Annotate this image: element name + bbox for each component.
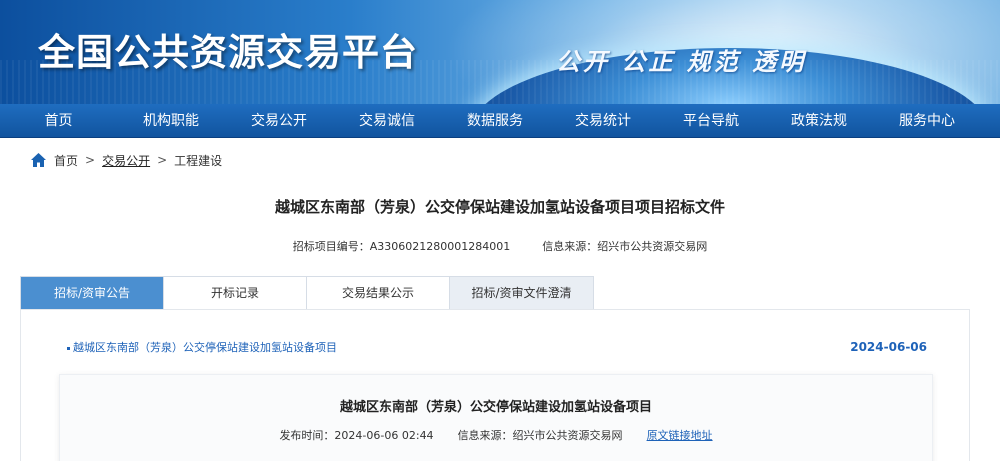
nav-item-institutions[interactable]: 机构职能 (117, 104, 225, 138)
page-title: 越城区东南部（芳泉）公交停保站建设加氢站设备项目项目招标文件 (274, 198, 725, 216)
document-title: 越城区东南部（芳泉）公交停保站建设加氢站设备项目 (339, 400, 652, 415)
original-link[interactable]: 原文链接地址 (647, 429, 713, 442)
home-icon[interactable] (30, 152, 47, 168)
tab-document-clarification[interactable]: 招标/资审文件澄清 (450, 277, 593, 309)
list-item: 越城区东南部（芳泉）公交停保站建设加氢站设备项目 2024-06-06 (67, 338, 927, 356)
notice-item-title: 越城区东南部（芳泉）公交停保站建设加氢站设备项目 (73, 341, 337, 354)
main-nav: 首页 机构职能 交易公开 交易诚信 数据服务 交易统计 平台导航 政策法规 服务… (0, 104, 1000, 138)
tab-content-panel: 越城区东南部（芳泉）公交停保站建设加氢站设备项目 2024-06-06 越城区东… (20, 309, 970, 461)
nav-item-trading-public[interactable]: 交易公开 (225, 104, 333, 138)
nav-item-policies[interactable]: 政策法规 (765, 104, 873, 138)
site-banner: 全国公共资源交易平台 公开 公正 规范 透明 (0, 0, 1000, 104)
nav-item-data-services[interactable]: 数据服务 (441, 104, 549, 138)
breadcrumb-current: 工程建设 (174, 153, 223, 168)
tab-bid-opening-record[interactable]: 开标记录 (164, 277, 307, 309)
publish-time: 发布时间：2024-06-06 02:44 (279, 429, 434, 442)
breadcrumb: 首页 > 交易公开 > 工程建设 (30, 150, 222, 170)
project-number: 招标项目编号：A3306021280001284001 (292, 240, 511, 253)
document-source: 信息来源：绍兴市公共资源交易网 (457, 429, 623, 442)
breadcrumb-section-link[interactable]: 交易公开 (102, 152, 150, 169)
nav-item-platform-nav[interactable]: 平台导航 (657, 104, 765, 138)
nav-item-service-center[interactable]: 服务中心 (873, 104, 981, 138)
document-card: 越城区东南部（芳泉）公交停保站建设加氢站设备项目 发布时间：2024-06-06… (59, 374, 933, 461)
notice-tabs: 招标/资审公告 开标记录 交易结果公示 招标/资审文件澄清 (20, 276, 594, 309)
document-meta: 发布时间：2024-06-06 02:44 信息来源：绍兴市公共资源交易网 原文链接… (60, 427, 932, 443)
page-meta: 招标项目编号：A3306021280001284001 信息来源：绍兴市公共资源交… (0, 238, 1000, 254)
notice-item-link[interactable]: 越城区东南部（芳泉）公交停保站建设加氢站设备项目 (67, 339, 337, 355)
tab-tender-notice[interactable]: 招标/资审公告 (21, 277, 164, 309)
nav-item-home[interactable]: 首页 (0, 104, 117, 138)
tab-result-announcement[interactable]: 交易结果公示 (307, 277, 450, 309)
nav-item-trading-credit[interactable]: 交易诚信 (333, 104, 441, 138)
breadcrumb-separator: > (85, 153, 96, 167)
site-title: 全国公共资源交易平台 (38, 31, 418, 74)
info-source: 信息来源：绍兴市公共资源交易网 (542, 240, 708, 253)
notice-item-date: 2024-06-06 (850, 340, 927, 354)
site-slogan: 公开 公正 规范 透明 (556, 47, 807, 76)
breadcrumb-separator: > (157, 153, 168, 167)
bullet-icon (67, 346, 70, 350)
breadcrumb-home[interactable]: 首页 (54, 152, 78, 169)
nav-item-statistics[interactable]: 交易统计 (549, 104, 657, 138)
